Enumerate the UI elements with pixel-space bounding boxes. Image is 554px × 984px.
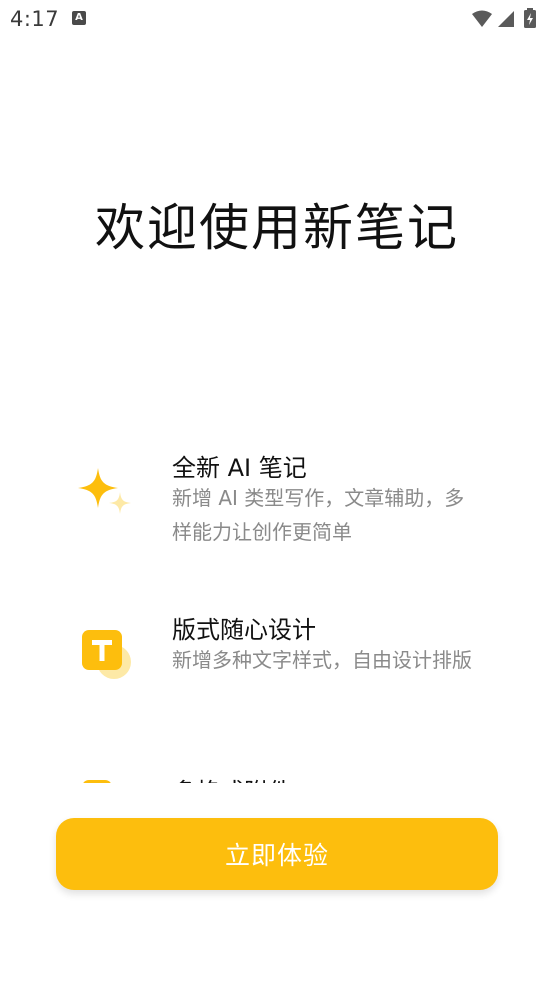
try-now-button[interactable]: 立即体验 — [56, 818, 498, 890]
attachment-icon — [83, 780, 111, 783]
status-bar: 4:17 A — [0, 0, 554, 38]
feature-description: 新增多种文字样式，自由设计排版 — [172, 648, 472, 672]
signal-icon — [498, 11, 514, 27]
feature-title: 版式随心设计 — [172, 616, 316, 644]
feature-list[interactable]: 全新 AI 笔记 新增 AI 类型写作，文章辅助，多样能力让创作更简单 版式随心… — [0, 430, 554, 783]
page-title: 欢迎使用新笔记 — [95, 199, 459, 257]
feature-description: 新增 AI 类型写作，文章辅助，多样能力让创作更简单 — [172, 486, 465, 544]
sparkle-icon — [78, 468, 131, 514]
status-icons — [472, 8, 536, 28]
status-time: 4:17 — [10, 7, 60, 31]
feature-title: 全新 AI 笔记 — [172, 454, 307, 482]
text-style-icon — [82, 630, 131, 679]
notification-icon: A — [72, 11, 86, 25]
wifi-icon — [472, 10, 492, 27]
welcome-screen: 4:17 A 欢迎使用新笔记 全新 AI 笔记 新增 AI 类型写作，文章辅助，… — [0, 0, 554, 984]
feature-title: 多格式附件 — [172, 772, 292, 783]
battery-charging-icon — [524, 8, 536, 28]
